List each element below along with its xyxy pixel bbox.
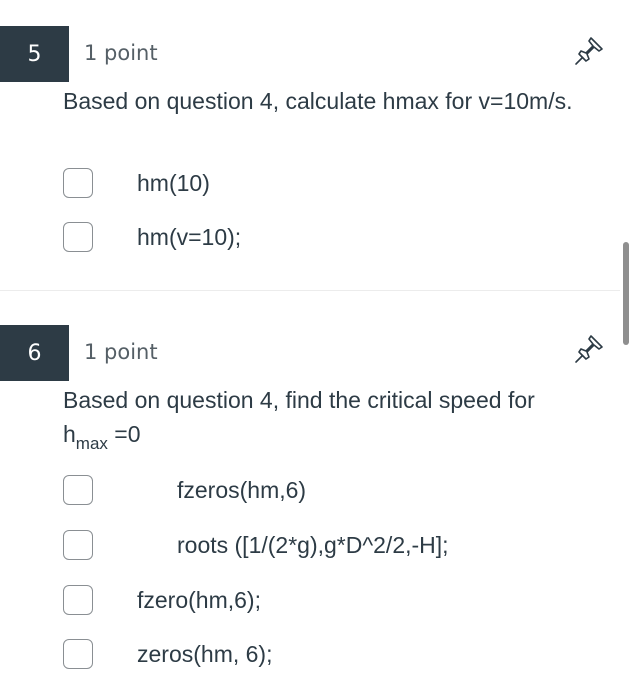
question-divider <box>0 290 620 291</box>
question-number-badge: 6 <box>0 325 69 381</box>
answer-label: fzero(hm,6); <box>137 586 261 613</box>
question-text-tail: =0 <box>107 421 141 447</box>
scrollbar[interactable] <box>623 242 629 345</box>
answer-option[interactable]: roots ([1/(2*g),g*D^2/2,-H]; <box>63 525 449 565</box>
question-text-h: h <box>63 421 76 447</box>
pin-icon[interactable] <box>572 332 606 366</box>
checkbox-icon[interactable] <box>63 222 93 252</box>
question-5: 5 1 point Based on question 4, calculate… <box>0 0 620 290</box>
question-points: 1 point <box>84 340 158 364</box>
question-6: 6 1 point Based on question 4, find the … <box>0 300 620 700</box>
answer-option[interactable]: hm(10) <box>63 163 210 203</box>
checkbox-icon[interactable] <box>63 585 93 615</box>
answer-option[interactable]: hm(v=10); <box>63 217 241 257</box>
quiz-page: 5 1 point Based on question 4, calculate… <box>0 0 634 700</box>
question-text-subscript: max <box>75 434 108 453</box>
answer-label: hm(10) <box>137 169 210 196</box>
question-text-main: Based on question 4, find the critical s… <box>63 387 535 413</box>
answer-label: roots ([1/(2*g),g*D^2/2,-H]; <box>177 531 449 558</box>
question-text: Based on question 4, calculate hmax for … <box>63 88 573 114</box>
answer-option[interactable]: zeros(hm, 6); <box>63 634 272 674</box>
answer-label: hm(v=10); <box>137 223 242 250</box>
answer-option[interactable]: fzero(hm,6); <box>63 580 261 620</box>
checkbox-icon[interactable] <box>63 639 93 669</box>
answer-label: zeros(hm, 6); <box>137 640 273 667</box>
checkbox-icon[interactable] <box>63 168 93 198</box>
checkbox-icon[interactable] <box>63 475 93 505</box>
question-text: Based on question 4, find the critical s… <box>63 383 603 454</box>
checkbox-icon[interactable] <box>63 530 93 560</box>
question-number-badge: 5 <box>0 26 69 82</box>
question-points: 1 point <box>84 41 158 65</box>
answer-option[interactable]: fzeros(hm,6) <box>63 470 306 510</box>
answer-label: fzeros(hm,6) <box>177 476 307 503</box>
pin-icon[interactable] <box>572 34 606 68</box>
